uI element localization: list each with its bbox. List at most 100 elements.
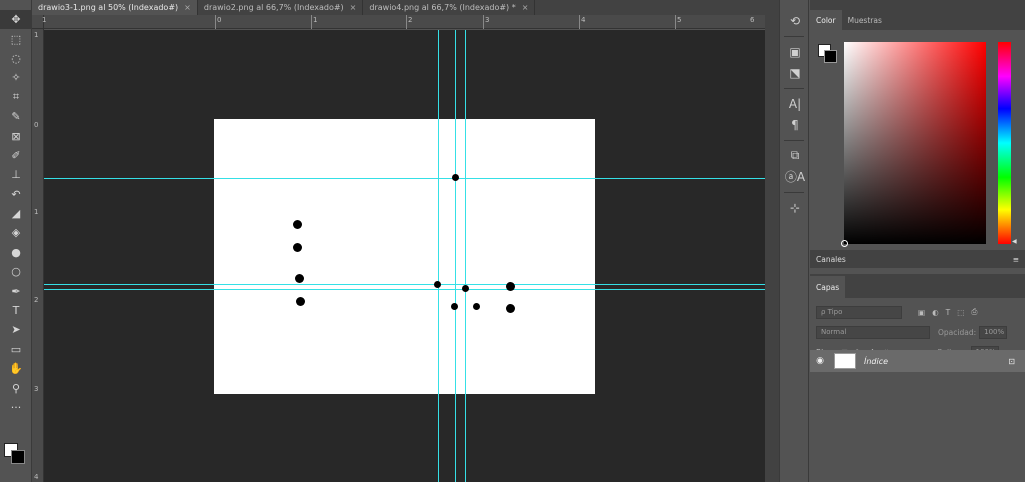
paragraph-icon[interactable]: ¶ xyxy=(780,114,810,135)
ruler-tick: 4 xyxy=(581,16,586,24)
filter-shape-icon[interactable]: ⬚ xyxy=(957,308,964,317)
ruler-tick: 0 xyxy=(34,121,39,129)
filter-smart-icon[interactable]: ⎙ xyxy=(971,307,977,317)
ruler-tick: 0 xyxy=(217,16,222,24)
tab-drawio4[interactable]: drawio4.png al 66,7% (Indexado#) * × xyxy=(363,0,536,15)
tab-color[interactable]: Color xyxy=(810,10,842,30)
hue-slider-arrow-icon[interactable]: ◀ xyxy=(1012,238,1017,245)
tab-layers[interactable]: Capas xyxy=(810,276,846,298)
color-panel: ◀ xyxy=(810,30,1025,248)
marquee-tool[interactable]: ⬚ xyxy=(0,29,32,48)
opacity-label: Opacidad: xyxy=(938,327,977,337)
background-color-swatch[interactable] xyxy=(11,450,25,464)
right-panels: Color Muestras ◀ Canales ≡ Capas ρ Tipo … xyxy=(810,0,1025,482)
background-color-swatch[interactable] xyxy=(824,50,837,63)
filter-type-icon[interactable]: T xyxy=(946,308,951,317)
color-picker-field[interactable] xyxy=(844,42,986,244)
vertical-guide[interactable] xyxy=(465,30,466,482)
blend-mode-select[interactable]: Normal xyxy=(816,325,930,339)
panel-menu-icon[interactable]: ≡ xyxy=(1013,255,1019,264)
channels-label: Canales xyxy=(816,254,846,264)
tab-drawio2[interactable]: drawio2.png al 66,7% (Indexado#) × xyxy=(198,0,364,15)
eraser-tool[interactable]: ◢ xyxy=(0,204,32,223)
strip-grip[interactable] xyxy=(780,0,808,10)
horizontal-guide[interactable] xyxy=(44,289,765,290)
visibility-eye-icon[interactable]: ◉ xyxy=(810,356,830,366)
ruler-mark xyxy=(483,15,484,29)
horizontal-guide[interactable] xyxy=(44,284,765,285)
filter-pixel-icon[interactable]: ▣ xyxy=(918,308,925,317)
canvas-area[interactable] xyxy=(44,30,765,482)
hue-slider[interactable] xyxy=(998,42,1011,244)
tab-drawio3-1[interactable]: drawio3-1.png al 50% (Indexado#) × xyxy=(32,0,198,15)
strip-separator xyxy=(784,83,804,89)
ruler-tick: 2 xyxy=(34,296,39,304)
diagram-dot xyxy=(296,297,305,306)
zoom-tool[interactable]: ⚲ xyxy=(0,378,32,397)
tab-label: drawio4.png al 66,7% (Indexado#) * xyxy=(369,3,516,12)
tools-panel: ✥ ⬚ ◌ ✧ ⌗ ✎ ⊠ ✐ ⊥ ↶ ◢ ◈ ● ○ ✒ T ➤ ▭ ✋ ⚲ ··· xyxy=(0,0,32,482)
frame-tool[interactable]: ⊠ xyxy=(0,126,32,145)
ruler-mark xyxy=(406,15,407,29)
move-tool[interactable]: ✥ xyxy=(0,10,32,30)
transform-icon[interactable]: ⬔ xyxy=(780,62,810,83)
history-icon[interactable]: ⟲ xyxy=(780,10,810,31)
diagram-dot xyxy=(506,282,515,291)
blur-tool[interactable]: ● xyxy=(0,243,32,262)
diagram-dot xyxy=(462,285,469,292)
strip-separator xyxy=(784,135,804,141)
ruler-tick: 1 xyxy=(34,31,39,39)
document-tabs: drawio3-1.png al 50% (Indexado#) × drawi… xyxy=(32,0,765,15)
vertical-ruler[interactable]: 1 0 1 2 3 4 xyxy=(32,29,44,482)
stamp-tool[interactable]: ⊥ xyxy=(0,165,32,184)
close-icon[interactable]: × xyxy=(350,3,357,12)
eyedropper-tool[interactable]: ✎ xyxy=(0,107,32,126)
libraries-icon[interactable]: ▣ xyxy=(780,41,810,62)
filter-adjustment-icon[interactable]: ◐ xyxy=(932,308,939,317)
layer-filter-row: ρ Tipo ▣ ◐ T ⬚ ⎙ xyxy=(810,302,1025,322)
toolbar-grip[interactable] xyxy=(0,0,31,10)
properties-icon[interactable]: ⊹ xyxy=(780,197,810,218)
strip-separator xyxy=(784,187,804,193)
vertical-guide[interactable] xyxy=(438,30,439,482)
magic-wand-tool[interactable]: ✧ xyxy=(0,68,32,87)
text-tool[interactable]: T xyxy=(0,301,32,320)
layer-filter-select[interactable]: ρ Tipo xyxy=(816,305,902,319)
picker-cursor[interactable] xyxy=(841,240,848,247)
more-tools[interactable]: ··· xyxy=(0,398,32,417)
paragraph-style-icon[interactable]: ⓐA xyxy=(780,166,810,187)
close-icon[interactable]: × xyxy=(522,3,529,12)
rectangle-tool[interactable]: ▭ xyxy=(0,340,32,359)
ruler-tick: 6 xyxy=(750,16,755,24)
crop-tool[interactable]: ⌗ xyxy=(0,88,32,107)
opacity-input[interactable]: 100% xyxy=(979,325,1008,339)
document-canvas[interactable] xyxy=(214,119,595,394)
hand-tool[interactable]: ✋ xyxy=(0,359,32,378)
character-style-icon[interactable]: ⧉ xyxy=(780,145,810,166)
character-icon[interactable]: A| xyxy=(780,93,810,114)
layer-lock-icon: ⊡ xyxy=(1008,356,1015,366)
path-selection-tool[interactable]: ➤ xyxy=(0,320,32,339)
horizontal-guide[interactable] xyxy=(44,178,765,179)
ruler-mark xyxy=(311,15,312,29)
panel-dock-gap xyxy=(765,0,779,482)
diagram-dot xyxy=(506,304,515,313)
lasso-tool[interactable]: ◌ xyxy=(0,49,32,68)
layer-name[interactable]: Índice xyxy=(864,357,888,366)
history-brush-tool[interactable]: ↶ xyxy=(0,185,32,204)
vertical-guide[interactable] xyxy=(455,30,456,482)
ruler-tick: 1 xyxy=(313,16,318,24)
tab-swatches[interactable]: Muestras xyxy=(842,10,888,30)
close-icon[interactable]: × xyxy=(184,3,191,12)
paint-bucket-tool[interactable]: ◈ xyxy=(0,223,32,242)
ruler-tick: 3 xyxy=(485,16,490,24)
layer-thumbnail xyxy=(834,353,856,369)
channels-panel-header[interactable]: Canales ≡ xyxy=(810,250,1025,268)
diagram-dot xyxy=(473,303,480,310)
layer-row[interactable]: ◉ Índice ⊡ xyxy=(810,350,1025,372)
dodge-tool[interactable]: ○ xyxy=(0,262,32,281)
pen-tool[interactable]: ✒ xyxy=(0,281,32,300)
horizontal-ruler[interactable]: 1 0 1 2 3 4 5 6 xyxy=(42,15,765,29)
brush-tool[interactable]: ✐ xyxy=(0,146,32,165)
diagram-dot xyxy=(293,243,302,252)
